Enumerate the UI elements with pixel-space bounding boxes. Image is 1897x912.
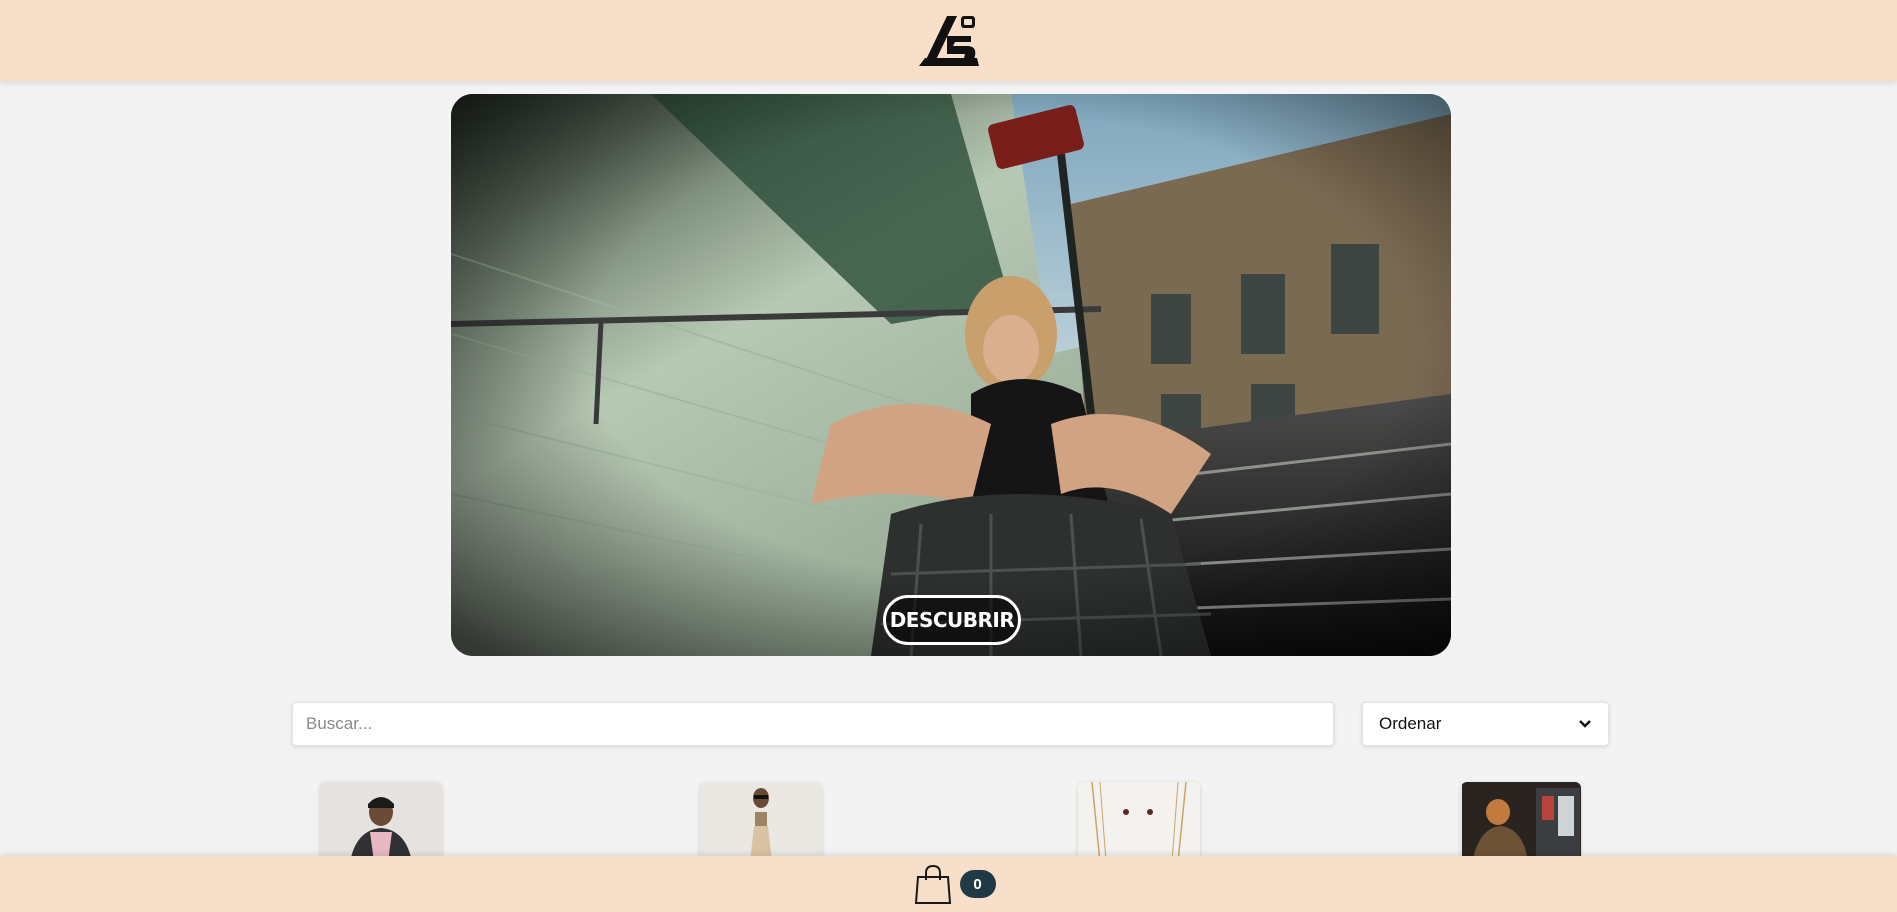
product-card[interactable]	[1461, 782, 1581, 862]
site-header	[0, 0, 1897, 81]
search-input[interactable]	[292, 702, 1334, 746]
hero-image	[451, 94, 1451, 656]
sort-selected-label: Ordenar	[1379, 714, 1442, 733]
brand-logo[interactable]	[917, 12, 981, 70]
discover-button[interactable]: DESCUBRIR	[883, 595, 1021, 645]
shopping-bag-icon	[914, 864, 951, 904]
product-card[interactable]	[1078, 782, 1200, 862]
sort-select[interactable]: Ordenar	[1362, 702, 1609, 746]
cart-count-badge: 0	[959, 870, 996, 898]
product-image-man-at-vending-machine	[1462, 782, 1581, 862]
cart-button[interactable]: 0	[914, 864, 996, 904]
product-card[interactable]	[320, 782, 442, 862]
site-footer: 0	[0, 856, 1897, 912]
product-image-man-in-cap	[320, 782, 442, 862]
chevron-down-icon	[1579, 720, 1591, 728]
product-image-woman-in-sunglasses	[700, 782, 822, 862]
hero-banner: DESCUBRIR	[451, 94, 1451, 656]
product-image-necklaces	[1078, 782, 1200, 862]
product-card[interactable]	[700, 782, 822, 862]
